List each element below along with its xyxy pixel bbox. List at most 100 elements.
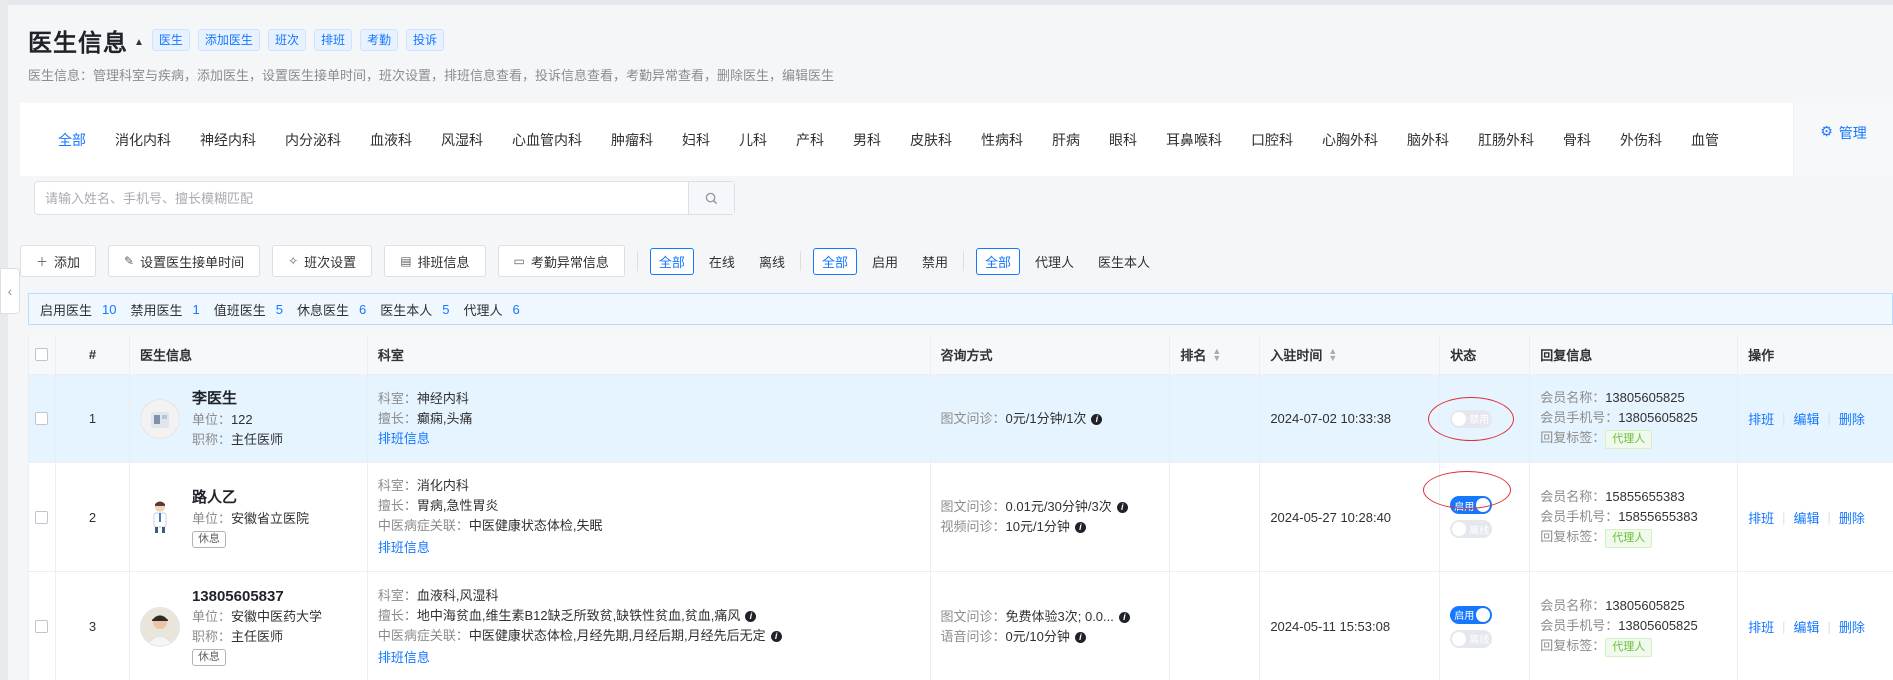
department-tab[interactable]: 皮肤科 bbox=[910, 130, 952, 150]
collapse-sidebar-button[interactable]: ‹ bbox=[0, 268, 20, 314]
department-tab[interactable]: 性病科 bbox=[981, 130, 1023, 150]
department-tab[interactable]: 眼科 bbox=[1109, 130, 1137, 150]
department-tab[interactable]: 消化内科 bbox=[115, 130, 171, 150]
info-icon[interactable]: i bbox=[1091, 413, 1103, 425]
tag-doctor[interactable]: 医生 bbox=[151, 29, 190, 51]
avatar[interactable] bbox=[139, 497, 180, 537]
department-tab[interactable]: 全部 bbox=[58, 130, 86, 150]
department-tab[interactable]: 内分泌科 bbox=[285, 130, 341, 150]
filter-agent[interactable]: 代理人 bbox=[1026, 248, 1083, 275]
enable-switch[interactable]: 禁用 bbox=[1450, 409, 1493, 428]
filter-disabled[interactable]: 禁用 bbox=[913, 248, 957, 275]
filter-online[interactable]: 在线 bbox=[700, 248, 744, 275]
caret-up-icon[interactable]: ▲ bbox=[134, 37, 144, 48]
manage-button[interactable]: ⚙ 管理 bbox=[1793, 103, 1893, 177]
enable-switch[interactable]: 启用 bbox=[1450, 496, 1493, 514]
department-tab[interactable]: 肝病 bbox=[1052, 130, 1080, 150]
department-tab[interactable]: 产科 bbox=[796, 130, 824, 150]
title-label: 职称： bbox=[191, 432, 231, 447]
shift-settings-button[interactable]: ✧ 班次设置 bbox=[272, 245, 373, 277]
online-switch[interactable]: 离线 bbox=[1450, 520, 1493, 538]
table-row[interactable]: 1 李医生 单位：122 职称：主任医师 科室：神经内科 擅长：癫痫,头痛 排班… bbox=[29, 375, 1893, 463]
department-tab[interactable]: 儿科 bbox=[739, 130, 767, 150]
tag-add-doctor[interactable]: 添加医生 bbox=[197, 29, 260, 51]
info-icon[interactable]: i bbox=[745, 610, 757, 622]
delete-button[interactable]: 删除 bbox=[1839, 409, 1865, 428]
department-tab[interactable]: 心胸外科 bbox=[1322, 130, 1378, 150]
department-tab[interactable]: 男科 bbox=[853, 130, 881, 150]
col-join-time[interactable]: 入驻时间 ▲ ▼ bbox=[1260, 335, 1441, 374]
consult-cell: 图文问诊：0元/1分钟/1次 i bbox=[931, 375, 1171, 462]
dept-value: 神经内科 bbox=[416, 390, 469, 406]
department-tab[interactable]: 肛肠外科 bbox=[1478, 130, 1534, 150]
edit-button[interactable]: 编辑 bbox=[1793, 617, 1819, 636]
avatar[interactable] bbox=[139, 606, 180, 647]
tag-shift[interactable]: 班次 bbox=[267, 29, 306, 51]
edit-button[interactable]: 编辑 bbox=[1793, 508, 1819, 527]
department-tab[interactable]: 骨科 bbox=[1563, 130, 1591, 150]
department-tab[interactable]: 妇科 bbox=[682, 130, 710, 150]
filter-online-all[interactable]: 全部 bbox=[649, 247, 694, 275]
row-checkbox[interactable] bbox=[35, 620, 49, 633]
info-icon[interactable]: i bbox=[1074, 631, 1086, 643]
department-tab[interactable]: 血液科 bbox=[370, 130, 412, 150]
info-icon[interactable]: i bbox=[1074, 522, 1086, 534]
filter-self[interactable]: 医生本人 bbox=[1089, 248, 1159, 275]
ops-cell: 排班 | 编辑 | 删除 bbox=[1738, 463, 1893, 571]
department-tab[interactable]: 脑外科 bbox=[1407, 130, 1449, 150]
avatar[interactable] bbox=[139, 398, 180, 439]
switch-knob bbox=[1452, 631, 1467, 646]
department-tab[interactable]: 口腔科 bbox=[1251, 130, 1293, 150]
info-icon[interactable]: i bbox=[1118, 611, 1130, 623]
schedule-info-link[interactable]: 排班信息 bbox=[378, 429, 430, 449]
edit-button[interactable]: 编辑 bbox=[1793, 409, 1819, 428]
sort-icon[interactable]: ▲ ▼ bbox=[1328, 346, 1337, 362]
divider: | bbox=[1827, 509, 1831, 525]
department-tab[interactable]: 肿瘤科 bbox=[611, 130, 653, 150]
tag-schedule[interactable]: 排班 bbox=[313, 29, 352, 51]
schedule-info-link[interactable]: 排班信息 bbox=[378, 648, 430, 668]
online-switch[interactable]: 离线 bbox=[1450, 629, 1493, 648]
search-button[interactable] bbox=[688, 182, 734, 214]
sort-icon[interactable]: ▲ ▼ bbox=[1212, 346, 1221, 362]
info-icon[interactable]: i bbox=[770, 630, 782, 642]
rest-tag: 休息 bbox=[191, 531, 226, 548]
enable-switch[interactable]: 启用 bbox=[1450, 605, 1493, 624]
filter-agent-all[interactable]: 全部 bbox=[976, 247, 1021, 275]
table-row[interactable]: 2 路人乙 单位：安徽省立医院 休息 科室：消化内科 擅长：胃病,急性胃炎 中医… bbox=[29, 463, 1893, 572]
department-tab[interactable]: 血管 bbox=[1691, 130, 1719, 150]
schedule-button[interactable]: 排班 bbox=[1748, 508, 1774, 527]
delete-button[interactable]: 删除 bbox=[1839, 617, 1865, 636]
switch-knob bbox=[1452, 411, 1467, 426]
consult-label: 语音问诊： bbox=[940, 628, 1006, 644]
filter-offline[interactable]: 离线 bbox=[750, 248, 794, 275]
add-button[interactable]: ＋ 添加 bbox=[20, 245, 97, 277]
col-rank[interactable]: 排名 ▲ ▼ bbox=[1170, 335, 1261, 374]
tag-complaint[interactable]: 投诉 bbox=[405, 29, 444, 51]
doctor-unit: 单位：安徽中医药大学 bbox=[192, 607, 322, 627]
filter-enabled[interactable]: 启用 bbox=[863, 248, 907, 275]
search-bar bbox=[20, 176, 1893, 228]
filter-enable-all[interactable]: 全部 bbox=[812, 247, 857, 275]
department-tab[interactable]: 耳鼻喉科 bbox=[1166, 130, 1222, 150]
department-tab[interactable]: 神经内科 bbox=[200, 130, 256, 150]
department-tab[interactable]: 心血管内科 bbox=[512, 130, 582, 150]
schedule-info-link[interactable]: 排班信息 bbox=[378, 538, 430, 558]
title-label: 职称： bbox=[191, 628, 231, 644]
schedule-button[interactable]: 排班 bbox=[1748, 409, 1774, 428]
set-time-button[interactable]: ✎ 设置医生接单时间 bbox=[108, 245, 261, 277]
info-icon[interactable]: i bbox=[1116, 502, 1128, 514]
table-row[interactable]: 3 13805605837 单位：安徽中医药大学 职称：主任医师 休息 科室：血… bbox=[29, 572, 1893, 680]
schedule-info-button[interactable]: ▤ 排班信息 bbox=[384, 245, 486, 277]
select-all-checkbox[interactable] bbox=[35, 348, 49, 361]
tag-attendance[interactable]: 考勤 bbox=[359, 29, 398, 51]
department-tab[interactable]: 外伤科 bbox=[1620, 130, 1662, 150]
schedule-button[interactable]: 排班 bbox=[1748, 617, 1774, 636]
row-checkbox[interactable] bbox=[35, 510, 49, 524]
attendance-button[interactable]: ▭ 考勤异常信息 bbox=[497, 245, 625, 277]
department-cell: 科室：消化内科 擅长：胃病,急性胃炎 中医病症关联：中医健康状态体检,失眠 排班… bbox=[368, 463, 931, 571]
delete-button[interactable]: 删除 bbox=[1839, 508, 1865, 527]
row-checkbox[interactable] bbox=[35, 412, 49, 425]
department-tab[interactable]: 风湿科 bbox=[441, 130, 483, 150]
search-input[interactable] bbox=[35, 182, 688, 214]
